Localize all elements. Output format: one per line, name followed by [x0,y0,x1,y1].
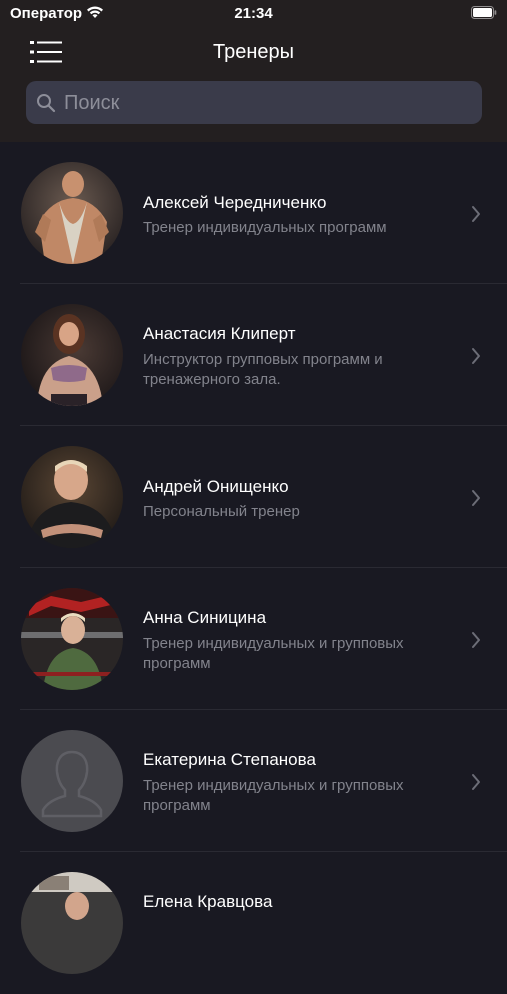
navigation-bar: Тренеры [0,34,507,72]
page-title: Тренеры [212,41,294,63]
trainer-role: Персональный тренер [143,503,300,520]
trainer-name: Екатерина Степанова [143,750,316,769]
status-bar: Оператор 21:34 [0,0,507,30]
chevron-right-icon [472,348,480,364]
trainer-name: Анастасия Клиперт [143,324,296,343]
trainer-name: Алексей Чередниченко [143,193,327,212]
trainer-avatar [21,588,123,690]
clock: 21:34 [234,5,273,22]
trainer-avatar [21,304,123,406]
chevron-right-icon [472,774,480,790]
chevron-right-icon [472,632,480,648]
user-silhouette-icon [21,730,123,832]
trainer-row[interactable]: Андрей Онищенко Персональный тренер [0,426,507,568]
trainer-row[interactable]: Анастасия Клиперт Инструктор групповых п… [0,284,507,426]
search-bar[interactable] [26,81,482,126]
battery-icon [471,6,497,19]
trainer-row[interactable]: Екатерина Степанова Тренер индивидуальны… [0,710,507,852]
top-bar: Оператор 21:34 Тренеры [0,0,507,142]
trainer-role: Инструктор групповых программ и тренажер… [143,351,383,388]
chevron-right-icon [472,206,480,222]
trainer-role: Тренер индивидуальных и групповых програ… [143,777,404,814]
chevron-right-icon [472,490,480,506]
trainer-avatar-placeholder [21,730,123,832]
trainer-avatar [21,162,123,264]
trainer-role: Тренер индивидуальных и групповых програ… [143,635,404,672]
search-input[interactable] [62,81,476,126]
trainer-avatar [21,446,123,548]
search-icon [37,94,56,113]
trainer-name: Андрей Онищенко [143,477,289,496]
trainer-row[interactable]: Елена Кравцова [0,852,507,994]
trainer-avatar [21,872,123,974]
trainer-row[interactable]: Алексей Чередниченко Тренер индивидуальн… [0,142,507,284]
trainer-role: Тренер индивидуальных программ [143,219,387,236]
trainer-name: Елена Кравцова [143,892,273,911]
trainer-name: Анна Синицина [143,608,267,627]
trainer-row[interactable]: Анна Синицина Тренер индивидуальных и гр… [0,568,507,710]
